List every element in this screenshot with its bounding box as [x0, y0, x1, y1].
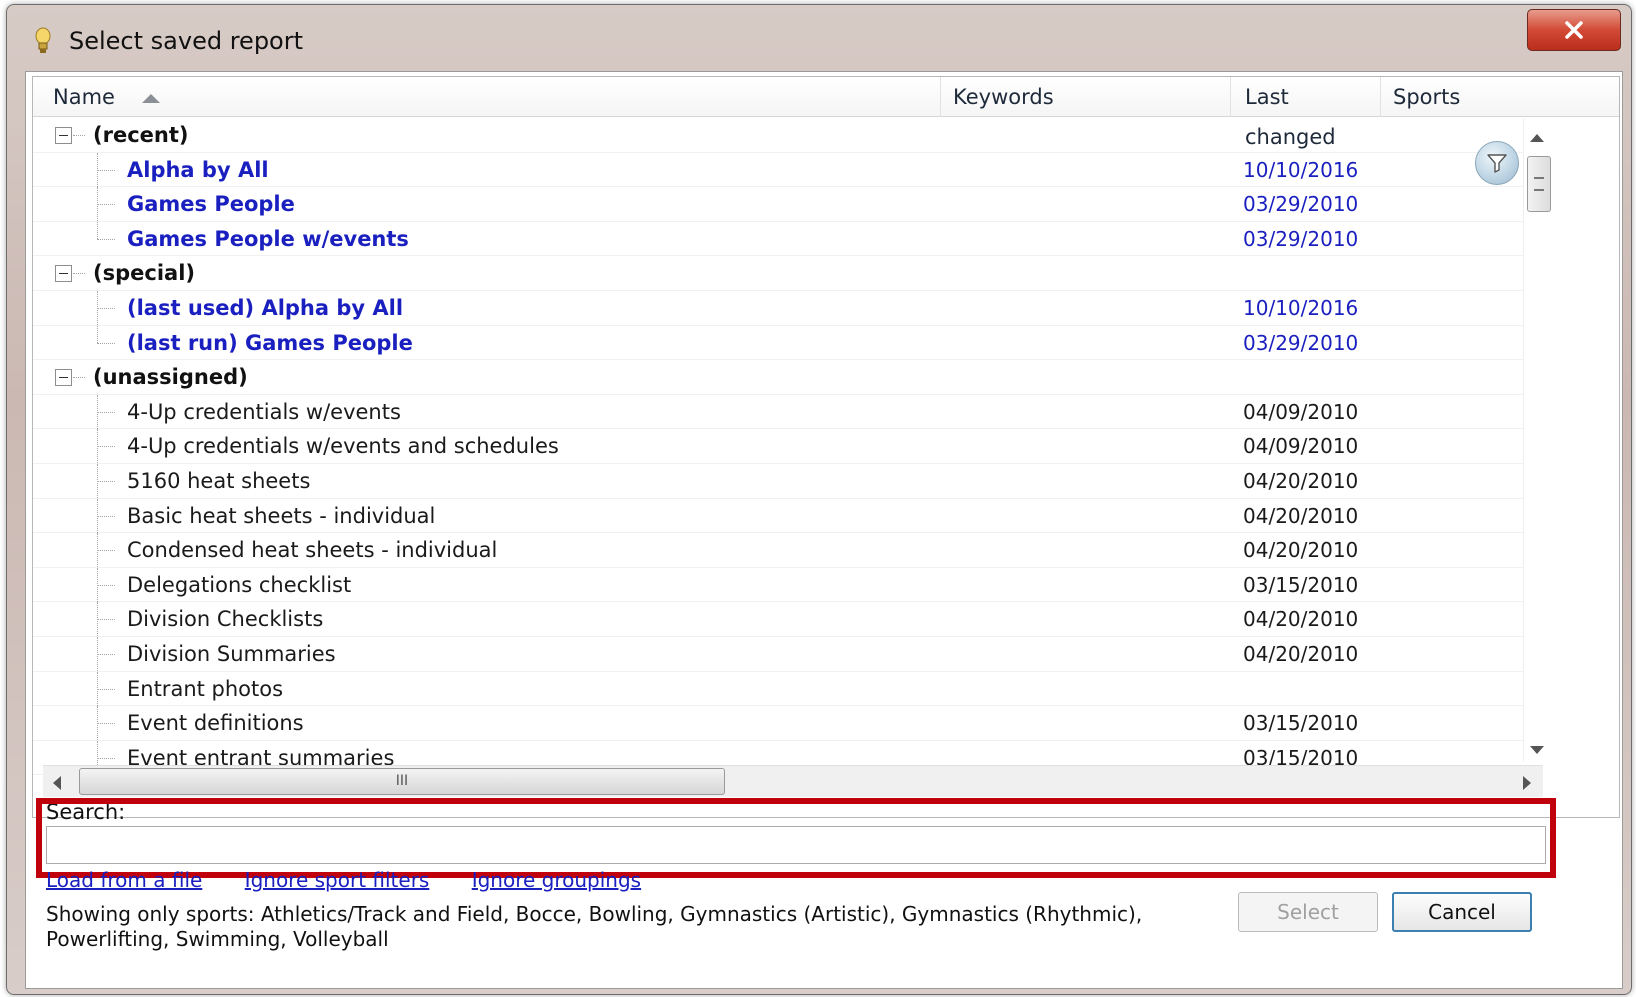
- sort-ascending-icon: [141, 93, 160, 103]
- report-name: Delegations checklist: [127, 572, 352, 597]
- list-item[interactable]: Event definitions 03/15/2010: [33, 706, 1541, 741]
- list-item[interactable]: Alpha by All 10/10/2016: [33, 152, 1541, 188]
- scroll-right-icon[interactable]: [1523, 776, 1531, 790]
- report-date: 04/20/2010: [1243, 503, 1359, 528]
- report-name: 4-Up credentials w/events: [127, 399, 401, 424]
- report-list[interactable]: Name Keywords Last changed Sports (recen…: [32, 76, 1620, 818]
- title-bar[interactable]: Select saved report: [7, 5, 1631, 71]
- group-row-special[interactable]: (special): [33, 256, 1541, 291]
- collapse-icon[interactable]: [55, 127, 72, 144]
- column-header-sports[interactable]: Sports: [1381, 77, 1581, 117]
- ignore-groupings-link[interactable]: Ignore groupings: [472, 868, 641, 892]
- horizontal-scroll-thumb[interactable]: III: [79, 768, 725, 795]
- column-header-name-label: Name: [53, 85, 115, 109]
- list-item[interactable]: 4-Up credentials w/events and schedules …: [33, 429, 1541, 464]
- list-item[interactable]: Entrant photos: [33, 671, 1541, 707]
- list-item[interactable]: 4-Up credentials w/events 04/09/2010: [33, 394, 1541, 430]
- report-date: 03/15/2010: [1243, 572, 1359, 597]
- list-item[interactable]: Delegations checklist 03/15/2010: [33, 567, 1541, 603]
- column-header-keywords[interactable]: Keywords: [941, 77, 1231, 117]
- group-label: (special): [93, 261, 195, 286]
- search-input[interactable]: [46, 826, 1546, 864]
- list-header: Name Keywords Last changed Sports: [33, 77, 1619, 149]
- report-date: 10/10/2016: [1243, 157, 1359, 182]
- search-label: Search:: [46, 800, 126, 824]
- report-name: Division Summaries: [127, 641, 336, 666]
- column-header-name[interactable]: Name: [33, 77, 941, 117]
- scroll-up-icon[interactable]: [1530, 134, 1544, 142]
- group-label: (recent): [93, 123, 189, 147]
- report-date: 10/10/2016: [1243, 295, 1359, 320]
- report-name: (last run) Games People: [127, 330, 413, 355]
- list-rows: (recent) Alpha by All 10/10/2016 Games P…: [33, 118, 1541, 778]
- group-label: (unassigned): [93, 365, 248, 390]
- sports-filter-status: Showing only sports: Athletics/Track and…: [46, 902, 1143, 951]
- report-name: Games People: [127, 192, 295, 217]
- collapse-icon[interactable]: [55, 369, 72, 387]
- report-name: Entrant photos: [127, 676, 284, 701]
- report-name: (last used) Alpha by All: [127, 295, 404, 320]
- report-date: 04/20/2010: [1243, 538, 1359, 563]
- scroll-down-icon[interactable]: [1530, 746, 1544, 754]
- filter-icon[interactable]: [1475, 141, 1519, 185]
- ignore-sport-filters-link[interactable]: Ignore sport filters: [245, 868, 430, 892]
- list-item[interactable]: Division Summaries 04/20/2010: [33, 636, 1541, 672]
- collapse-icon[interactable]: [55, 265, 72, 283]
- group-row-recent[interactable]: (recent): [33, 118, 1541, 153]
- report-date: 03/29/2010: [1243, 226, 1359, 251]
- select-button[interactable]: Select: [1238, 892, 1378, 932]
- list-item[interactable]: 5160 heat sheets 04/20/2010: [33, 463, 1541, 499]
- close-icon: [1565, 21, 1583, 39]
- list-item[interactable]: Games People w/events 03/29/2010: [33, 221, 1541, 257]
- list-item[interactable]: (last used) Alpha by All 10/10/2016: [33, 290, 1541, 326]
- report-date: 03/15/2010: [1243, 711, 1359, 736]
- list-item[interactable]: Games People 03/29/2010: [33, 187, 1541, 222]
- horizontal-scrollbar[interactable]: III: [43, 765, 1543, 797]
- report-name: 5160 heat sheets: [127, 468, 311, 493]
- dialog-window: Select saved report Name Keywords Last c…: [6, 4, 1632, 995]
- report-name: Basic heat sheets - individual: [127, 503, 436, 528]
- scroll-left-icon[interactable]: [53, 776, 61, 790]
- report-date: 04/20/2010: [1243, 641, 1359, 666]
- report-date: 04/09/2010: [1243, 434, 1359, 459]
- cancel-button[interactable]: Cancel: [1392, 892, 1532, 932]
- list-item[interactable]: Division Checklists 04/20/2010: [33, 602, 1541, 637]
- close-button[interactable]: [1527, 9, 1621, 51]
- report-name: Event definitions: [127, 711, 304, 736]
- window-title: Select saved report: [69, 27, 304, 55]
- report-name: Condensed heat sheets - individual: [127, 538, 498, 563]
- report-name: 4-Up credentials w/events and schedules: [127, 434, 559, 459]
- list-item[interactable]: Basic heat sheets - individual 04/20/201…: [33, 498, 1541, 534]
- report-name: Games People w/events: [127, 226, 409, 251]
- report-bulb-icon: [33, 27, 53, 57]
- column-header-last-changed[interactable]: Last changed: [1231, 77, 1381, 149]
- report-name: Division Checklists: [127, 607, 324, 632]
- list-item[interactable]: (last run) Games People 03/29/2010: [33, 325, 1541, 361]
- vertical-scroll-thumb[interactable]: [1527, 156, 1551, 212]
- report-date: 04/20/2010: [1243, 468, 1359, 493]
- report-date: 03/29/2010: [1243, 330, 1359, 355]
- group-row-unassigned[interactable]: (unassigned): [33, 360, 1541, 395]
- link-row: Load from a file Ignore sport filters Ig…: [46, 868, 677, 892]
- report-date: 03/29/2010: [1243, 192, 1359, 217]
- vertical-scrollbar[interactable]: [1523, 118, 1553, 762]
- load-from-file-link[interactable]: Load from a file: [46, 868, 202, 892]
- report-date: 04/09/2010: [1243, 399, 1359, 424]
- report-name: Alpha by All: [127, 157, 269, 182]
- list-item[interactable]: Condensed heat sheets - individual 04/20…: [33, 533, 1541, 568]
- report-date: 04/20/2010: [1243, 607, 1359, 632]
- dialog-client-area: Name Keywords Last changed Sports (recen…: [25, 71, 1623, 989]
